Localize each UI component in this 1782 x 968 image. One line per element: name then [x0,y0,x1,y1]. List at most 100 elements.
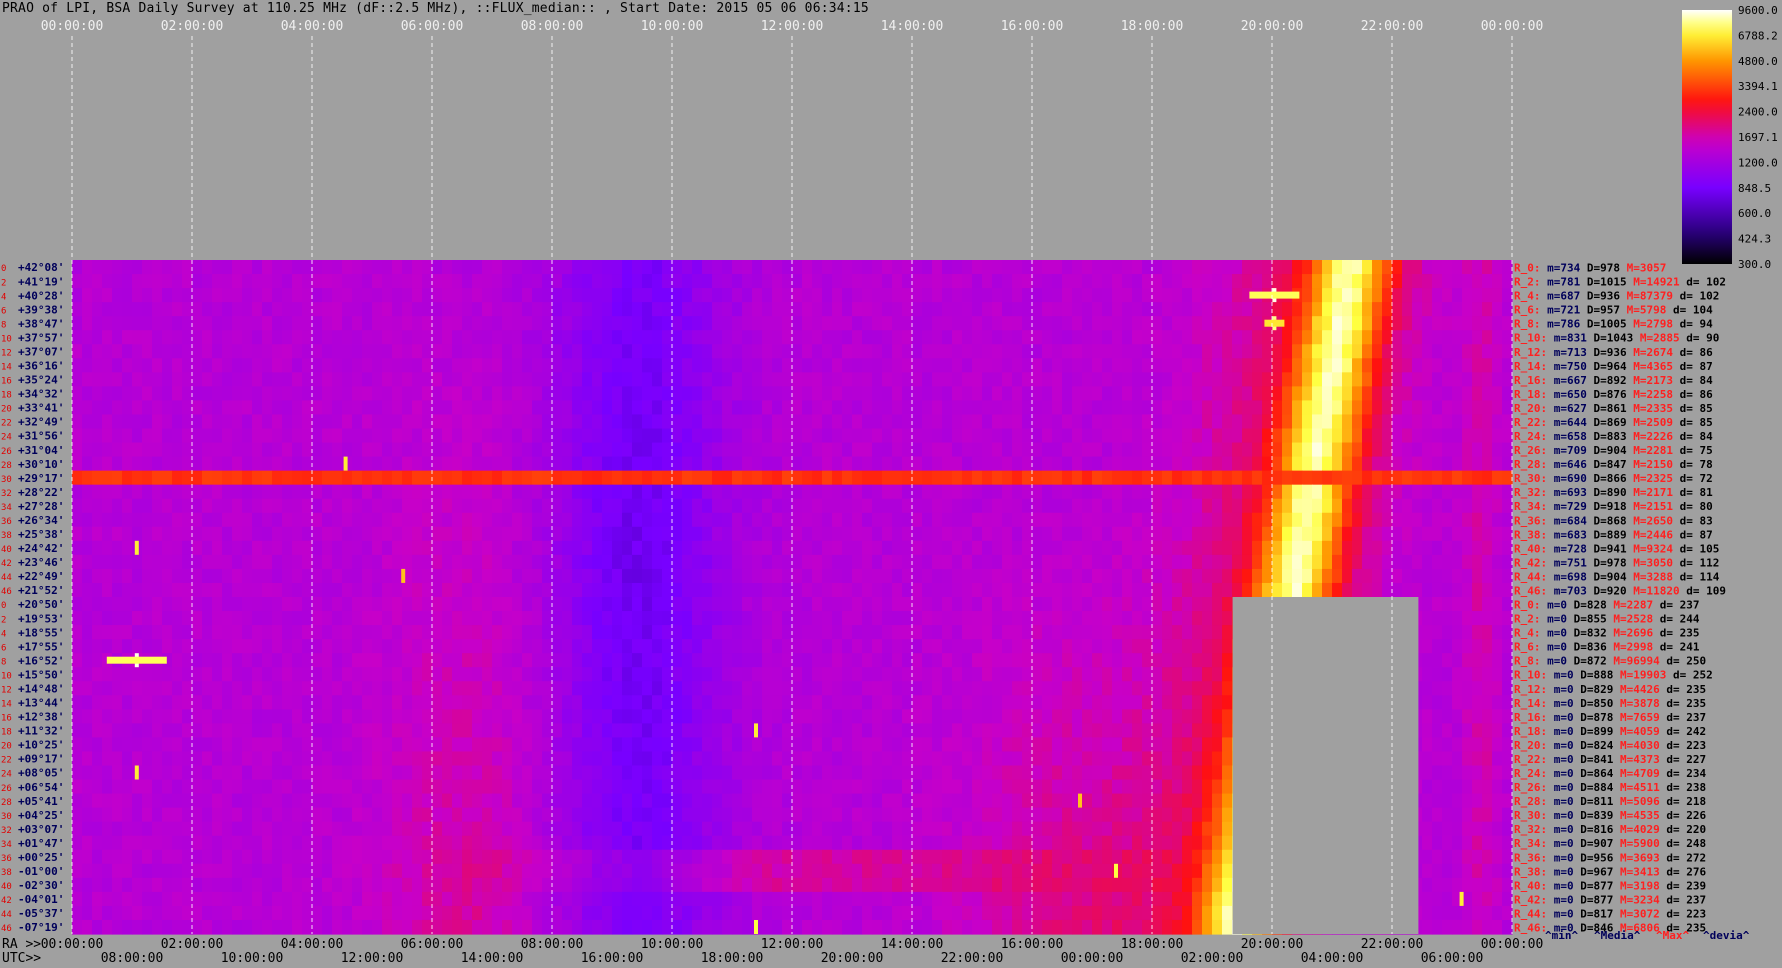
heatmap-cell [592,428,603,444]
heatmap-cell [1032,400,1043,416]
heatmap-cell [882,414,893,430]
heatmap-cell [232,302,243,317]
heatmap-cell [792,723,803,739]
heatmap-cell [922,695,933,710]
heatmap-cell [122,274,133,289]
heatmap-cell [472,709,483,724]
heatmap-cell [642,316,653,331]
heatmap-cell [872,484,883,500]
heatmap-cell [902,442,913,458]
heatmap-cell [682,639,693,654]
heatmap-cell [232,442,243,458]
heatmap-cell [352,681,363,696]
heatmap-cell [572,540,583,556]
heatmap-cell [702,611,713,626]
heatmap-cell [652,386,663,402]
heatmap-cell [952,498,963,514]
heatmap-cell [902,330,913,345]
heatmap-cell [462,400,473,416]
heatmap-cell [722,470,733,486]
heatmap-cell [682,498,693,514]
heatmap-cell [662,484,673,500]
heatmap-cell [1072,568,1083,584]
heatmap-cell [382,526,393,542]
heatmap-cell [822,316,833,331]
heatmap-cell [962,653,973,668]
heatmap-cell [102,316,113,331]
heatmap-cell [1202,470,1213,486]
heatmap-cell [722,695,733,710]
heatmap-cell [902,723,913,739]
heatmap-cell [392,302,403,317]
heatmap-cell [212,372,223,387]
heatmap-cell [1172,611,1183,626]
heatmap-cell [1122,358,1133,373]
heatmap-cell [702,316,713,331]
heatmap-cell [1322,330,1333,345]
heatmap-cell [552,288,563,303]
heatmap-cell [982,484,993,500]
heatmap-cell [102,695,113,710]
heatmap-cell [1022,372,1033,387]
heatmap-cell [1482,456,1493,472]
heatmap-cell [282,260,293,275]
heatmap-cell [1232,344,1243,359]
heatmap-cell [222,526,233,542]
heatmap-cell [1172,568,1183,584]
heatmap-cell [1492,316,1503,331]
heatmap-cell [1382,456,1393,472]
heatmap-cell [572,653,583,668]
heatmap-cell [762,709,773,724]
heatmap-cell [492,653,503,668]
heatmap-cell [1152,568,1163,584]
heatmap-cell [1472,667,1483,682]
heatmap-cell [242,597,253,612]
heatmap-cell [1052,709,1063,724]
heatmap-cell [1182,316,1193,331]
heatmap-cell [1362,386,1373,402]
heatmap-cell [692,568,703,584]
heatmap-cell [302,260,313,275]
heatmap-cell [1472,611,1483,626]
heatmap-cell [792,316,803,331]
heatmap-cell [402,344,413,359]
heatmap-cell [432,526,443,542]
heatmap-cell [812,597,823,612]
heatmap-cell [1172,582,1183,598]
heatmap-cell [1442,554,1453,570]
heatmap-cell [1302,428,1313,444]
heatmap-cell [1432,344,1443,359]
heatmap-cell [1002,681,1013,696]
heatmap-cell [382,737,393,753]
heatmap-cell [1072,709,1083,724]
heatmap-cell [1462,681,1473,696]
heatmap-cell [242,302,253,317]
heatmap-cell [392,260,403,275]
heatmap-cell [762,568,773,584]
heatmap-cell [1202,456,1213,472]
heatmap-cell [152,470,163,486]
heatmap-cell [1192,260,1203,275]
heatmap-cell [802,695,813,710]
heatmap-cell [562,456,573,472]
heatmap-cell [322,414,333,430]
heatmap-cell [532,695,543,710]
heatmap-cell [1342,344,1353,359]
heatmap-cell [1062,611,1073,626]
heatmap-cell [72,316,83,331]
heatmap-cell [662,274,673,289]
heatmap-cell [842,526,853,542]
heatmap-cell [982,456,993,472]
heatmap-cell [972,568,983,584]
heatmap-cell [1272,344,1283,359]
heatmap-cell [362,554,373,570]
heatmap-cell [1112,344,1123,359]
heatmap-cell [82,737,93,753]
heatmap-cell [1412,330,1423,345]
heatmap-cell [662,260,673,275]
heatmap-cell [1132,358,1143,373]
heatmap-cell [1462,611,1473,626]
heatmap-cell [1452,302,1463,317]
heatmap-cell [542,639,553,654]
heatmap-cell [1212,330,1223,345]
